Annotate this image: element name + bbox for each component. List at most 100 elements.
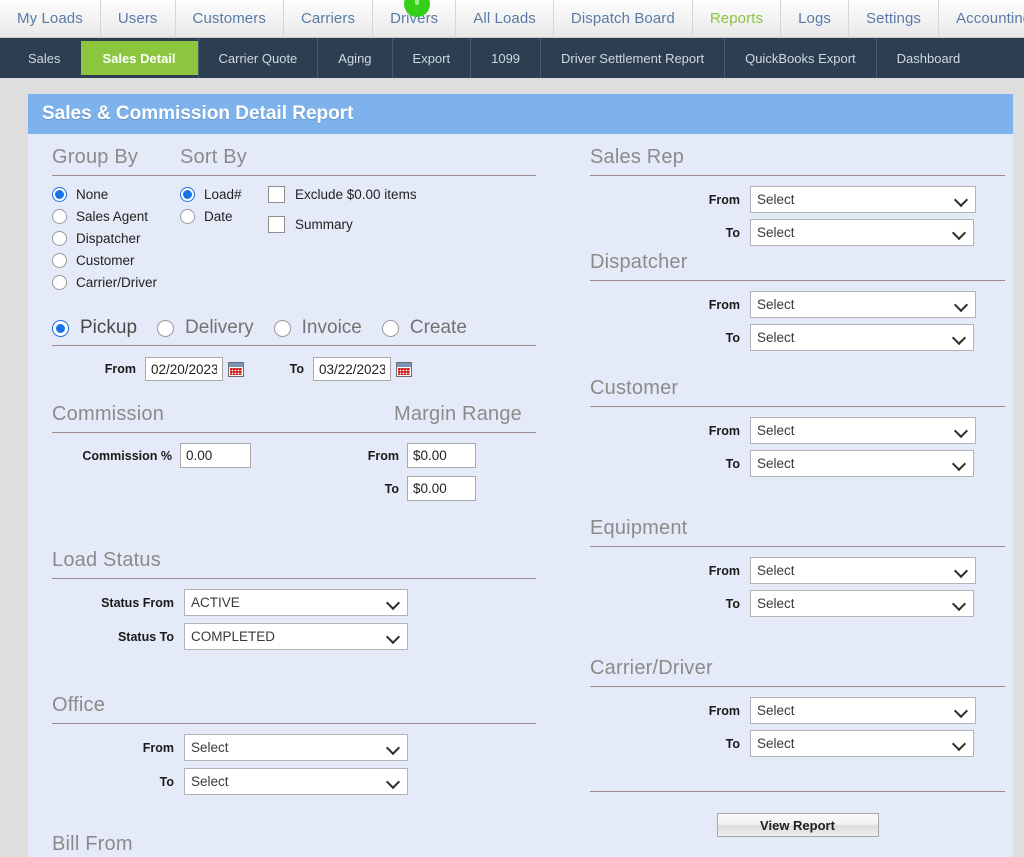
subnav-tab-sales-detail[interactable]: Sales Detail xyxy=(80,41,198,75)
subnav-tab-quickbooks-export[interactable]: QuickBooks Export xyxy=(724,38,876,78)
subnav-tab-aging[interactable]: Aging xyxy=(317,38,391,78)
subnav-tab-driver-settlement-report[interactable]: Driver Settlement Report xyxy=(540,38,724,78)
radio-indicator[interactable] xyxy=(180,209,195,224)
dispatcher-from-select-wrap: Select xyxy=(750,291,976,318)
margin-to-input[interactable] xyxy=(407,476,476,501)
equipment-from-row: From Select xyxy=(590,547,1005,584)
equipment-from-select[interactable]: Select xyxy=(750,557,976,584)
commission-percent-label: Commission % xyxy=(82,448,172,463)
radio-indicator[interactable] xyxy=(52,275,67,290)
customer-to-label: To xyxy=(725,456,740,471)
date-type-label-delivery: Delivery xyxy=(185,317,254,338)
groupby-heading: Group By xyxy=(52,146,139,168)
groupby-option-none[interactable]: None xyxy=(52,185,180,204)
customer-from-row: From Select xyxy=(590,407,1005,444)
panel-header: Sales & Commission Detail Report xyxy=(28,94,1013,134)
calendar-icon[interactable] xyxy=(228,361,244,377)
sales-rep-from-label: From xyxy=(708,192,740,207)
margin-from-input[interactable] xyxy=(407,443,476,468)
groupby-option-customer[interactable]: Customer xyxy=(52,251,180,270)
date-type-radio-invoice[interactable] xyxy=(273,319,291,337)
carrier-driver-from-label: From xyxy=(708,703,740,718)
carrier-driver-from-select[interactable]: Select xyxy=(750,697,976,724)
radio-indicator[interactable] xyxy=(52,231,67,246)
equipment-to-select[interactable]: Select xyxy=(750,590,974,617)
customer-from-select[interactable]: Select xyxy=(750,417,976,444)
left-filter-column: Group By Sort By None Sales Agent Dispat… xyxy=(52,134,536,856)
margin-to-label: To xyxy=(384,481,399,496)
radio-indicator[interactable] xyxy=(52,187,67,202)
dispatcher-to-select[interactable]: Select xyxy=(750,324,974,351)
sales-rep-to-row: To Select xyxy=(590,213,1005,246)
subnav-tab-sales[interactable]: Sales xyxy=(8,38,81,78)
nav-item-reports[interactable]: Reports xyxy=(691,0,780,37)
office-from-select[interactable]: Select xyxy=(184,734,408,761)
view-report-button[interactable]: View Report xyxy=(716,813,879,837)
date-type-radio-pickup[interactable] xyxy=(52,319,69,337)
dispatcher-from-select[interactable]: Select xyxy=(750,291,976,318)
date-type-label-create: Create xyxy=(409,317,467,338)
margin-to-row: To xyxy=(52,468,536,501)
radio-indicator[interactable] xyxy=(52,209,67,224)
sortby-option-date[interactable]: Date xyxy=(180,207,268,226)
customer-to-select-wrap: Select xyxy=(750,450,974,477)
subnav-tab-dashboard[interactable]: Dashboard xyxy=(875,38,981,78)
subnav-tab-1099[interactable]: 1099 xyxy=(470,38,540,78)
checkbox-label: Summary xyxy=(295,217,353,232)
sortby-option-load-number[interactable]: Load# xyxy=(180,185,268,204)
date-type-radio-delivery[interactable] xyxy=(157,319,175,337)
nav-item-logs[interactable]: Logs xyxy=(780,0,848,37)
groupby-option-sales-agent[interactable]: Sales Agent xyxy=(52,207,180,226)
checkbox-exclude-zero-items[interactable]: Exclude $0.00 items xyxy=(268,186,417,203)
checkbox-summary[interactable]: Summary xyxy=(268,216,417,233)
nav-item-carriers[interactable]: Carriers xyxy=(282,0,372,37)
nav-item-dispatch-board[interactable]: Dispatch Board xyxy=(552,0,692,37)
status-to-select[interactable]: COMPLETED xyxy=(184,623,408,650)
groupby-option-dispatcher[interactable]: Dispatcher xyxy=(52,229,180,248)
commission-percent-input[interactable] xyxy=(180,443,251,468)
nav-item-my-loads[interactable]: My Loads xyxy=(0,0,100,37)
date-to-input[interactable] xyxy=(313,357,391,381)
nav-item-accounting[interactable]: Accounting xyxy=(938,0,1024,37)
radio-indicator[interactable] xyxy=(52,253,67,268)
radio-indicator[interactable] xyxy=(180,187,195,202)
customer-to-select[interactable]: Select xyxy=(750,450,974,477)
filter-checkbox-group: Exclude $0.00 items Summary xyxy=(268,185,417,292)
equipment-to-select-wrap: Select xyxy=(750,590,974,617)
sortby-radio-group: Load# Date xyxy=(180,185,268,292)
status-from-row: Status From ACTIVE xyxy=(52,579,536,616)
subnav-tab-export[interactable]: Export xyxy=(391,38,471,78)
sales-rep-from-select[interactable]: Select xyxy=(750,186,976,213)
panel-body: Group By Sort By None Sales Agent Dispat… xyxy=(28,134,1013,857)
date-from-input[interactable] xyxy=(145,357,223,381)
date-type-label-pickup: Pickup xyxy=(80,317,138,338)
office-from-label: From xyxy=(142,740,174,755)
date-type-radio-create[interactable] xyxy=(381,319,399,337)
nav-item-users[interactable]: Users xyxy=(99,0,175,37)
nav-item-settings[interactable]: Settings xyxy=(848,0,938,37)
equipment-from-select-wrap: Select xyxy=(750,557,976,584)
option-label: Carrier/Driver xyxy=(76,275,157,290)
customer-from-label: From xyxy=(708,423,740,438)
nav-item-all-loads[interactable]: All Loads xyxy=(455,0,553,37)
sortby-heading: Sort By xyxy=(180,146,247,168)
checkbox-indicator[interactable] xyxy=(268,216,285,233)
checkbox-indicator[interactable] xyxy=(268,186,285,203)
sales-rep-from-select-wrap: Select xyxy=(750,186,976,213)
status-to-row: Status To COMPLETED xyxy=(52,616,536,650)
carrier-driver-to-select-wrap: Select xyxy=(750,730,974,757)
option-label: Date xyxy=(204,209,233,224)
nav-item-customers[interactable]: Customers xyxy=(174,0,283,37)
calendar-icon[interactable] xyxy=(396,361,412,377)
office-to-label: To xyxy=(159,774,174,789)
subnav-tab-carrier-quote[interactable]: Carrier Quote xyxy=(197,38,318,78)
carrier-driver-to-select[interactable]: Select xyxy=(750,730,974,757)
sales-rep-to-select[interactable]: Select xyxy=(750,219,974,246)
option-label: Load# xyxy=(204,187,242,202)
status-from-select[interactable]: ACTIVE xyxy=(184,589,408,616)
date-type-label-invoice: Invoice xyxy=(301,317,362,338)
dispatcher-from-label: From xyxy=(708,297,740,312)
office-to-select[interactable]: Select xyxy=(184,768,408,795)
date-to-label: To xyxy=(289,362,304,376)
groupby-option-carrier-driver[interactable]: Carrier/Driver xyxy=(52,273,180,292)
